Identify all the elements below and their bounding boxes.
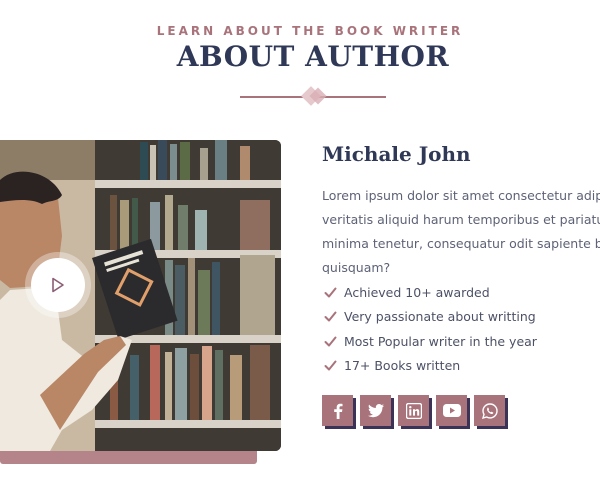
achievement-text: 17+ Books written [344, 358, 461, 374]
youtube-button[interactable] [436, 395, 467, 426]
list-item: Achieved 10+ awarded [324, 280, 537, 305]
list-item: 17+ Books written [324, 354, 537, 379]
achievement-list: Achieved 10+ awarded Very passionate abo… [324, 280, 537, 378]
list-item: Most Popular writer in the year [324, 329, 537, 354]
achievement-text: Very passionate about writting [344, 309, 536, 325]
title-divider [240, 86, 386, 108]
bio-line: veritatis aliquid harum temporibus et pa… [322, 212, 600, 227]
facebook-button[interactable] [322, 395, 353, 426]
section-title: ABOUT AUTHOR [176, 40, 450, 73]
achievement-text: Most Popular writer in the year [344, 333, 537, 349]
whatsapp-button[interactable] [474, 395, 505, 426]
twitter-icon [367, 403, 384, 417]
play-video-button[interactable] [31, 258, 85, 312]
achievement-text: Achieved 10+ awarded [344, 284, 490, 300]
bio-line: quisquam? [322, 260, 391, 274]
section-eyebrow: LEARN ABOUT THE BOOK WRITER [156, 24, 464, 38]
youtube-icon [442, 404, 461, 417]
author-bio: Lorem ipsum dolor sit amet consectetur a… [322, 184, 600, 274]
photo-accent-block [0, 450, 257, 464]
social-links [322, 395, 505, 426]
check-icon [324, 286, 337, 299]
facebook-icon [333, 403, 342, 419]
author-name: Michale John [322, 142, 471, 166]
twitter-button[interactable] [360, 395, 391, 426]
linkedin-icon [405, 402, 422, 419]
check-icon [324, 310, 337, 323]
whatsapp-icon [481, 402, 498, 419]
bio-line: minima tenetur, consequatur odit sapient… [322, 236, 600, 251]
play-icon [52, 277, 64, 293]
check-icon [324, 335, 337, 348]
check-icon [324, 359, 337, 372]
linkedin-button[interactable] [398, 395, 429, 426]
list-item: Very passionate about writting [324, 305, 537, 330]
bio-line: Lorem ipsum dolor sit amet consectetur a… [322, 188, 600, 203]
